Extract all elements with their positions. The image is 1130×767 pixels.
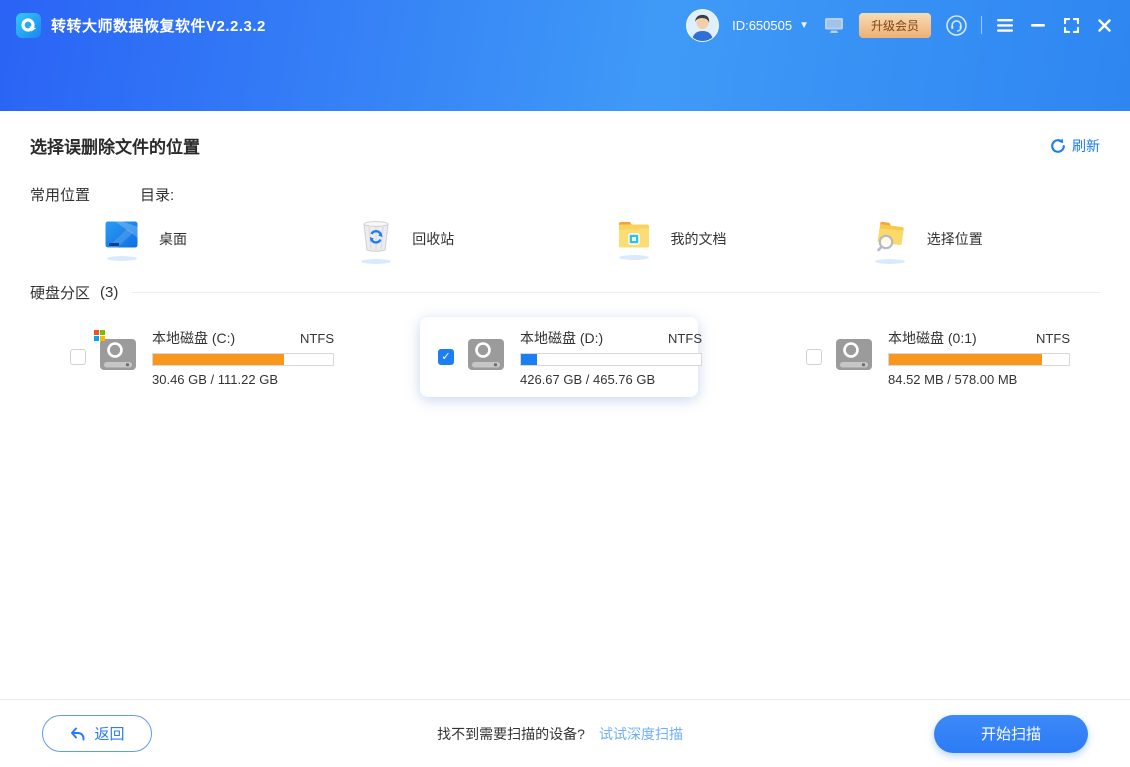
icon-shadow <box>107 256 137 261</box>
partition-size: 426.67 GB / 465.76 GB <box>520 372 702 387</box>
partition-card-01[interactable]: ✓ 本地磁盘 (0:1) NTFS <box>788 317 1066 397</box>
maximize-icon[interactable] <box>1061 15 1081 35</box>
footer-bar: 返回 找不到需要扫描的设备? 试试深度扫描 开始扫描 <box>0 699 1130 767</box>
main-content: 选择误删除文件的位置 刷新 常用位置 目录: <box>0 111 1130 699</box>
refresh-button[interactable]: 刷新 <box>1050 136 1100 156</box>
partition-size: 30.46 GB / 111.22 GB <box>152 372 334 387</box>
partition-filesystem: NTFS <box>668 331 702 346</box>
device-hint-text: 找不到需要扫描的设备? <box>437 724 585 744</box>
hard-drive-icon <box>466 359 506 376</box>
icon-shadow <box>361 259 391 264</box>
windows-logo-icon <box>94 330 106 342</box>
titlebar: 转转大师数据恢复软件V2.2.3.2 ID:650505 ▼ <box>0 0 1130 50</box>
partitions-count: (3) <box>100 284 118 301</box>
app-title: 转转大师数据恢复软件V2.2.3.2 <box>51 15 266 36</box>
partitions-row: ✓ 本地磁盘 <box>52 317 1130 397</box>
back-button[interactable]: 返回 <box>42 715 152 752</box>
refresh-icon <box>1050 138 1066 154</box>
avatar[interactable] <box>686 9 719 42</box>
my-documents-icon <box>618 221 650 253</box>
usage-bar <box>520 353 702 366</box>
usage-bar <box>152 353 334 366</box>
location-item-choose-location[interactable]: 选择位置 <box>874 221 1130 264</box>
refresh-label: 刷新 <box>1072 136 1100 156</box>
menu-icon[interactable] <box>995 15 1015 35</box>
recycle-bin-icon <box>361 221 391 257</box>
common-locations-label: 常用位置 <box>30 184 140 205</box>
location-item-recycle-bin[interactable]: 回收站 <box>361 221 617 264</box>
location-label: 选择位置 <box>927 229 983 249</box>
titlebar-divider <box>981 16 982 34</box>
icon-shadow <box>619 255 649 260</box>
icon-shadow <box>875 259 905 264</box>
deep-scan-link[interactable]: 试试深度扫描 <box>599 724 683 744</box>
partition-filesystem: NTFS <box>1036 331 1070 346</box>
partition-checkbox[interactable]: ✓ <box>806 349 822 365</box>
choose-location-icon <box>874 221 906 257</box>
partition-name: 本地磁盘 (0:1) <box>888 328 977 348</box>
app-window: 转转大师数据恢复软件V2.2.3.2 ID:650505 ▼ <box>0 0 1130 767</box>
close-icon[interactable] <box>1094 15 1114 35</box>
partition-name: 本地磁盘 (C:) <box>152 328 235 348</box>
hard-drive-icon <box>834 359 874 376</box>
chevron-down-icon[interactable]: ▼ <box>799 20 809 31</box>
location-label: 回收站 <box>412 229 454 249</box>
back-label: 返回 <box>94 723 124 744</box>
partitions-label: 硬盘分区 <box>30 282 90 303</box>
top-banner: 转转大师数据恢复软件V2.2.3.2 ID:650505 ▼ <box>0 0 1130 111</box>
partition-checkbox[interactable]: ✓ <box>438 349 454 365</box>
partition-size: 84.52 MB / 578.00 MB <box>888 372 1070 387</box>
partition-checkbox[interactable]: ✓ <box>70 349 86 365</box>
support-headset-icon[interactable] <box>944 15 968 35</box>
section-divider <box>132 292 1100 293</box>
undo-arrow-icon <box>69 726 86 741</box>
user-id: ID:650505 <box>732 18 792 33</box>
location-label: 桌面 <box>159 229 187 249</box>
hard-drive-icon <box>98 359 138 376</box>
usage-bar <box>888 353 1070 366</box>
upgrade-member-button[interactable]: 升级会员 <box>859 13 931 38</box>
partition-card-c[interactable]: ✓ 本地磁盘 <box>52 317 330 397</box>
location-label: 我的文档 <box>671 229 727 249</box>
location-item-my-documents[interactable]: 我的文档 <box>618 221 874 264</box>
location-item-desktop[interactable]: 桌面 <box>105 221 361 264</box>
minimize-icon[interactable] <box>1028 15 1048 35</box>
start-scan-button[interactable]: 开始扫描 <box>934 715 1088 753</box>
partition-filesystem: NTFS <box>300 331 334 346</box>
app-logo-icon <box>16 13 41 38</box>
partition-name: 本地磁盘 (D:) <box>520 328 603 348</box>
partition-card-d[interactable]: ✓ 本地磁盘 (D:) NTFS <box>420 317 698 397</box>
page-title: 选择误删除文件的位置 <box>30 133 200 158</box>
directory-label: 目录: <box>140 184 174 205</box>
desktop-icon <box>105 221 138 254</box>
common-locations-row: 桌面 <box>105 221 1130 264</box>
monitor-icon[interactable] <box>822 15 846 35</box>
